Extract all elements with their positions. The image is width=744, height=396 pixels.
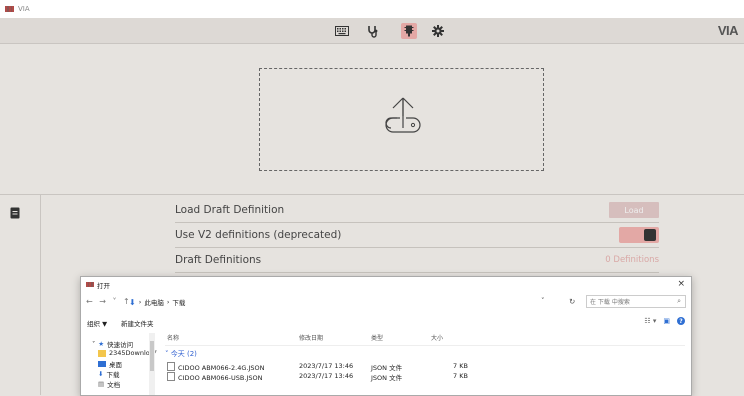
breadcrumb-sep-icon: › [166,298,170,306]
desktop-icon [98,361,106,367]
dialog-close-button[interactable]: × [677,279,685,289]
star-icon: ★ [98,340,105,348]
file-dropzone[interactable] [259,68,544,171]
draft-definitions-row: Draft Definitions 0 Definitions [175,248,659,273]
nav-item-quick-access[interactable]: ˅ ★ 快速访问 [92,339,133,349]
upload-icon [385,97,421,133]
refresh-icon[interactable]: ↻ [569,297,575,306]
view-tools: ☷ ▾ ▣ ? [644,317,685,325]
file-name: CIDOO ABM066-USB.JSON [178,374,263,382]
file-list: 名称 修改日期 类型 大小 ˅ 今天 (2) CIDOO ABM066-2.4G… [165,333,685,395]
definition-upload-area [0,44,744,194]
gear-icon[interactable] [430,23,446,39]
load-draft-row: Load Draft Definition Load [175,198,659,223]
scrollbar-thumb[interactable] [150,341,154,371]
nav-item-label: 文档 [107,381,121,389]
file-row[interactable]: CIDOO ABM066-2.4G.JSON 2023/7/17 13:46 J… [165,362,685,372]
dialog-title: 打开 [97,281,110,290]
nav-item-label: 快速访问 [107,341,134,349]
nav-item-downloads[interactable]: ⬇ 下载 [98,369,119,379]
breadcrumb-downloads[interactable]: 下载 [172,297,185,307]
file-name-cell: CIDOO ABM066-USB.JSON [167,372,262,382]
nav-buttons[interactable]: ← → ˅ ↑ [86,297,132,306]
breadcrumb-this-pc[interactable]: 此电脑 [144,297,164,307]
download-icon: ⬇ [98,370,104,378]
settings-sidebar [0,195,41,395]
chip-icon[interactable] [401,23,417,39]
group-label: 今天 (2) [170,350,197,358]
load-draft-label: Load Draft Definition [175,204,285,216]
file-size: 7 KB [453,372,468,380]
file-date: 2023/7/17 13:46 [299,372,354,380]
dialog-titlebar: 打开 × [81,277,691,292]
load-button[interactable]: Load [609,202,659,218]
column-header-type[interactable]: 类型 [371,333,383,342]
via-logo-icon [5,6,14,12]
use-v2-row: Use V2 definitions (deprecated) [175,223,659,248]
organize-button[interactable]: 组织 ▼ [87,318,107,328]
folder-icon [98,349,106,357]
file-name-cell: CIDOO ABM066-2.4G.JSON [167,362,265,372]
use-v2-toggle[interactable] [619,227,659,243]
breadcrumb[interactable]: ⬇ › 此电脑 › 下载 [129,297,185,308]
header-divider [165,345,685,346]
group-header-today[interactable]: ˅ 今天 (2) [165,349,197,359]
nav-item-desktop[interactable]: 桌面 [98,359,122,369]
toggle-knob [644,229,656,241]
help-icon[interactable]: ? [677,317,685,325]
draft-definitions-label: Draft Definitions [175,254,262,266]
stethoscope-icon[interactable] [365,23,381,39]
preview-pane-icon[interactable]: ▣ [663,317,670,325]
window-titlebar: VIA [0,0,744,18]
document-icon: ▤ [98,380,105,388]
file-icon [167,372,175,381]
view-options-icon[interactable]: ☷ ▾ [644,317,656,325]
search-input[interactable]: 在 下载 中搜索 ⌕ [586,295,686,308]
dialog-toolbar: 组织 ▼ 新建文件夹 ☷ ▾ ▣ ? [81,317,691,329]
file-size: 7 KB [453,362,468,370]
nav-item-label: 桌面 [109,361,122,369]
expand-chevron-icon: ˅ [92,340,96,348]
navigation-pane: ˅ ★ 快速访问 2345Downlo ✐ 桌面 ⬇ 下载 ▤ 文档 [86,333,158,395]
definitions-count: 0 Definitions [605,255,659,265]
top-navbar: VIA [0,18,744,44]
search-icon: ⌕ [677,297,681,305]
column-header-name[interactable]: 名称 [167,333,179,342]
settings-tab-icon[interactable] [10,204,20,223]
via-brand-logo: VIA [717,23,739,38]
file-icon [167,362,175,371]
dialog-app-icon [86,282,94,287]
nav-item-documents[interactable]: ▤ 文档 [98,379,120,389]
file-type: JSON 文件 [371,374,403,382]
file-row[interactable]: CIDOO ABM066-USB.JSON 2023/7/17 13:46 JS… [165,372,685,382]
open-file-dialog: 打开 × ← → ˅ ↑ ⬇ › 此电脑 › 下载 ˅ ↻ 在 下载 中搜索 ⌕… [80,276,692,396]
keyboard-icon[interactable] [334,23,350,39]
breadcrumb-sep-icon: › [138,298,142,306]
nav-item-label: 下载 [106,371,120,379]
column-header-date[interactable]: 修改日期 [299,333,323,342]
nav-pane-scrollbar[interactable] [149,333,155,395]
file-name: CIDOO ABM066-2.4G.JSON [178,364,265,372]
download-icon: ⬇ [129,297,136,307]
column-header-size[interactable]: 大小 [431,333,443,342]
address-dropdown-icon[interactable]: ˅ [541,297,545,305]
use-v2-label: Use V2 definitions (deprecated) [175,229,342,241]
file-type: JSON 文件 [371,364,403,372]
window-title: VIA [18,5,30,13]
address-row: ← → ˅ ↑ ⬇ › 此电脑 › 下载 ˅ ↻ 在 下载 中搜索 ⌕ [81,295,691,311]
search-placeholder: 在 下载 中搜索 [590,299,630,306]
file-date: 2023/7/17 13:46 [299,362,354,370]
new-folder-button[interactable]: 新建文件夹 [121,318,154,328]
